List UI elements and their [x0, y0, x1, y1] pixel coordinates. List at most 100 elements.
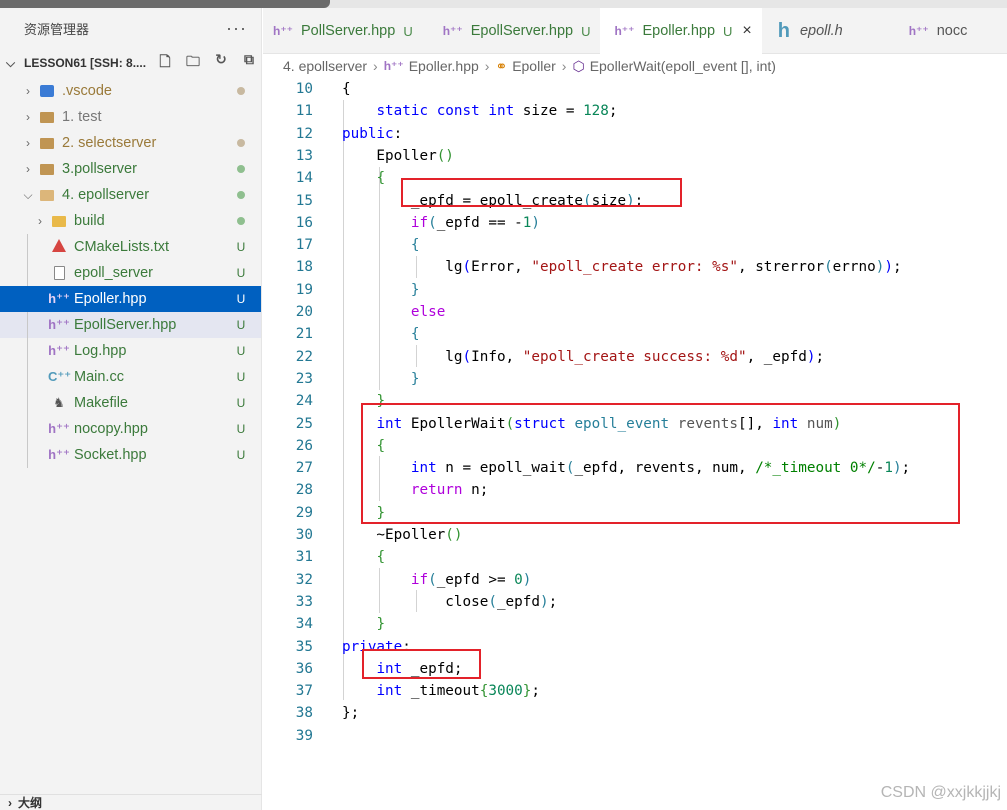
code-editor[interactable]: 10 { 11 static const int size = 128; 12 pu…	[263, 78, 1007, 810]
line-number: 18	[295, 259, 313, 276]
folder-icon	[40, 163, 54, 175]
cpp-source-icon: C⁺⁺	[48, 369, 72, 384]
breadcrumb: 4. epollserver › h⁺⁺ Epoller.hpp › ⚭ Epo…	[263, 54, 1007, 78]
new-folder-icon[interactable]: 🗀	[184, 51, 202, 75]
line-number: 33	[295, 593, 313, 610]
code-text: Epoller()	[342, 147, 454, 164]
cpp-header-icon: h⁺⁺	[908, 24, 929, 38]
tree-item-label: CMakeLists.txt	[74, 239, 170, 255]
indent-guide	[27, 364, 28, 390]
tree-item-selectserver[interactable]: › 2. selectserver	[0, 130, 261, 156]
refresh-icon[interactable]: ↻	[212, 51, 230, 75]
line-number: 19	[295, 281, 313, 298]
line-number: 29	[295, 504, 313, 521]
tree-item-cmakelists[interactable]: CMakeLists.txt U	[0, 234, 261, 260]
tree-item-main-cc[interactable]: C⁺⁺ Main.cc U	[0, 364, 261, 390]
code-text: {	[342, 81, 351, 97]
tree-item-label: nocopy.hpp	[74, 421, 148, 437]
tab-modified-badge: U	[581, 23, 591, 39]
code-line: 20 else	[263, 301, 1007, 323]
code-line: 32 if(_epfd >= 0)	[263, 569, 1007, 591]
untracked-dot-icon	[237, 191, 245, 199]
git-status-badge: U	[236, 396, 246, 410]
indent-guide	[27, 234, 28, 260]
line-number: 38	[295, 705, 313, 722]
more-actions-icon[interactable]: ···	[226, 18, 247, 39]
tree-item-makefile[interactable]: ♞ Makefile U	[0, 390, 261, 416]
workspace-root-label: LESSON61 [SSH: 8....	[24, 56, 147, 70]
tree-item-pollserver[interactable]: › 3.pollserver	[0, 156, 261, 182]
code-line: 16 if(_epfd == -1)	[263, 212, 1007, 234]
git-status-badge: U	[236, 318, 246, 332]
modified-dot-icon	[237, 139, 245, 147]
code-line: 10 {	[263, 78, 1007, 100]
tree-item-epoll-server[interactable]: epoll_server U	[0, 260, 261, 286]
code-text: static const int size = 128;	[376, 103, 618, 120]
tab-label: EpollServer.hpp	[470, 23, 574, 39]
workspace-root[interactable]: ⌵ LESSON61 [SSH: 8.... 🗋 🗀 ↻ ⧉	[0, 48, 261, 78]
chevron-right-icon: ›	[26, 162, 30, 176]
code-line: 34 }	[263, 613, 1007, 635]
close-icon[interactable]: ×	[742, 22, 751, 40]
indent-guide	[27, 416, 28, 442]
breadcrumb-method[interactable]: EpollerWait(epoll_event [], int)	[590, 58, 776, 74]
tree-item-vscode[interactable]: › .vscode	[0, 78, 261, 104]
cpp-header-icon: h⁺⁺	[48, 343, 70, 358]
code-text: }	[410, 370, 420, 387]
outline-section[interactable]: › 大纲	[0, 794, 262, 810]
tab-nocopy[interactable]: h⁺⁺ nocc	[853, 8, 978, 54]
tab-pollserver-hpp[interactable]: h⁺⁺ PollServer.hpp U	[263, 8, 423, 54]
untracked-dot-icon	[237, 217, 245, 225]
chevron-down-icon[interactable]: ⌵	[6, 56, 20, 71]
tree-item-nocopy-hpp[interactable]: h⁺⁺ nocopy.hpp U	[0, 416, 261, 442]
code-line: 31 {	[263, 546, 1007, 568]
tree-item-epollserver[interactable]: ⌵ 4. epollserver	[0, 182, 261, 208]
breadcrumb-class[interactable]: Epoller	[512, 58, 556, 74]
tree-item-socket-hpp[interactable]: h⁺⁺ Socket.hpp U	[0, 442, 261, 468]
tree-item-epoller-hpp[interactable]: h⁺⁺ Epoller.hpp U	[0, 286, 261, 312]
collapse-all-icon[interactable]: ⧉	[240, 51, 258, 75]
code-text: if(_epfd >= 0)	[410, 571, 532, 588]
highlight-box-epoll-create	[401, 178, 682, 207]
git-status-badge: U	[236, 292, 246, 306]
line-number: 16	[295, 214, 313, 231]
tree-item-log-hpp[interactable]: h⁺⁺ Log.hpp U	[0, 338, 261, 364]
build-folder-icon	[52, 215, 66, 227]
new-file-icon[interactable]: 🗋	[156, 51, 174, 75]
untracked-dot-icon	[237, 165, 245, 173]
code-text: {	[410, 237, 420, 254]
line-number: 17	[295, 237, 313, 254]
tab-modified-badge: U	[723, 23, 733, 39]
tab-modified-badge: U	[403, 23, 413, 39]
tree-item-label: 4. epollserver	[62, 187, 150, 203]
highlight-box-epoller-wait	[361, 403, 960, 524]
tab-epollserver-hpp[interactable]: h⁺⁺ EpollServer.hpp U	[423, 8, 601, 54]
code-text: };	[342, 705, 360, 722]
line-number: 37	[295, 683, 313, 700]
class-icon: ⚭	[495, 57, 508, 74]
line-number: 13	[295, 147, 313, 164]
tree-item-epollserver-hpp[interactable]: h⁺⁺ EpollServer.hpp U	[0, 312, 261, 338]
tree-item-test[interactable]: › 1. test	[0, 104, 261, 130]
makefile-icon: ♞	[53, 395, 65, 410]
code-line: 39	[263, 725, 1007, 747]
tab-epoller-hpp[interactable]: h⁺⁺ Epoller.hpp U ×	[600, 8, 762, 54]
cpp-header-icon: h⁺⁺	[273, 24, 293, 38]
tree-item-label: Makefile	[74, 395, 128, 411]
explorer-title: 资源管理器	[24, 21, 90, 37]
chevron-right-icon: ›	[484, 58, 490, 74]
breadcrumb-folder[interactable]: 4. epollserver	[283, 58, 367, 74]
tab-epoll-h[interactable]: h epoll.h	[762, 8, 853, 54]
git-status-badge: U	[236, 240, 246, 254]
code-text: else	[410, 304, 446, 320]
breadcrumb-file[interactable]: Epoller.hpp	[409, 58, 479, 74]
code-text: close(_epfd);	[342, 593, 558, 610]
code-text: {	[410, 326, 420, 343]
line-number: 11	[295, 103, 313, 120]
code-line: 11 static const int size = 128;	[263, 100, 1007, 122]
folder-open-icon	[40, 189, 54, 201]
tree-item-build[interactable]: › build	[0, 208, 261, 234]
line-number: 10	[295, 81, 313, 97]
code-text: }	[376, 616, 386, 633]
line-number: 26	[295, 437, 313, 454]
